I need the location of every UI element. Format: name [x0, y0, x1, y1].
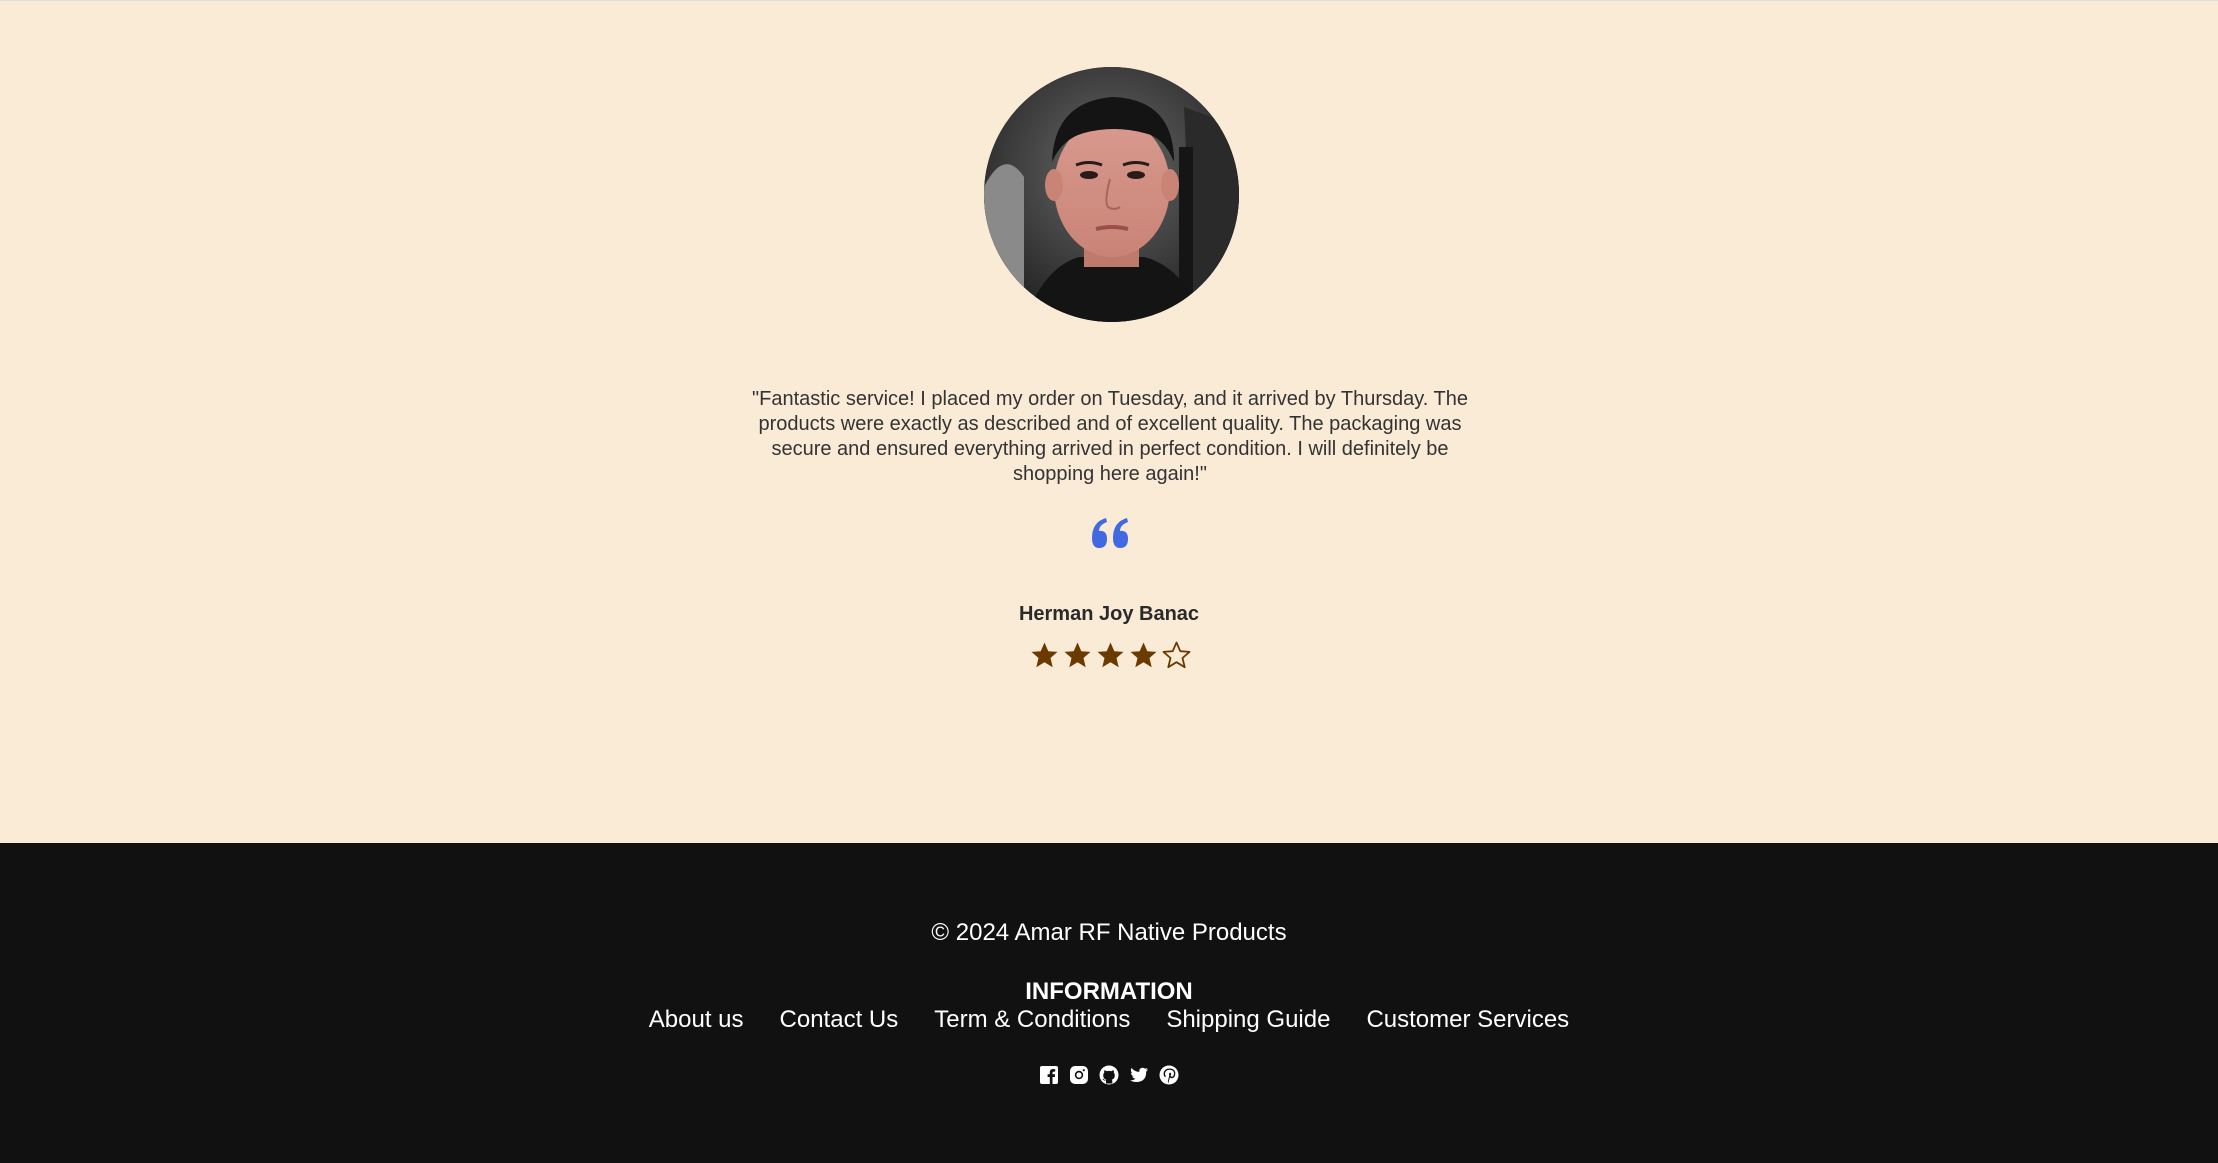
- footer-link-shipping-guide[interactable]: Shipping Guide: [1166, 1006, 1330, 1034]
- footer-link-about-us[interactable]: About us: [649, 1006, 744, 1034]
- social-links: [1039, 1065, 1179, 1087]
- pinterest-icon[interactable]: [1159, 1065, 1179, 1085]
- star-filled-icon: [1130, 642, 1157, 668]
- quote-left-icon: [1090, 516, 1132, 552]
- reviewer-name: Herman Joy Banac: [1018, 603, 1200, 625]
- facebook-icon[interactable]: [1039, 1065, 1059, 1085]
- site-footer: © 2024 Amar RF Native Products INFORMATI…: [0, 843, 2218, 1163]
- footer-link-terms-conditions[interactable]: Term & Conditions: [934, 1006, 1130, 1034]
- testimonial-section: "Fantastic service! I placed my order on…: [0, 0, 2218, 843]
- rating-stars: [1030, 641, 1192, 673]
- testimonial-quote: "Fantastic service! I placed my order on…: [752, 388, 1468, 485]
- copyright-text: © 2024 Amar RF Native Products: [931, 919, 1287, 946]
- footer-link-customer-services[interactable]: Customer Services: [1366, 1006, 1569, 1034]
- reviewer-avatar: [984, 67, 1239, 322]
- information-heading: INFORMATION: [1025, 978, 1193, 1005]
- star-filled-icon: [1097, 642, 1124, 668]
- star-filled-icon: [1064, 642, 1091, 668]
- star-filled-icon: [1031, 642, 1058, 668]
- github-icon[interactable]: [1099, 1065, 1119, 1085]
- instagram-icon[interactable]: [1069, 1065, 1089, 1085]
- avatar-photo: [984, 67, 1239, 322]
- footer-link-contact-us[interactable]: Contact Us: [780, 1006, 899, 1034]
- footer-links: About us Contact Us Term & Conditions Sh…: [0, 1006, 2218, 1034]
- star-empty-icon: [1162, 641, 1191, 669]
- twitter-icon[interactable]: [1129, 1065, 1149, 1085]
